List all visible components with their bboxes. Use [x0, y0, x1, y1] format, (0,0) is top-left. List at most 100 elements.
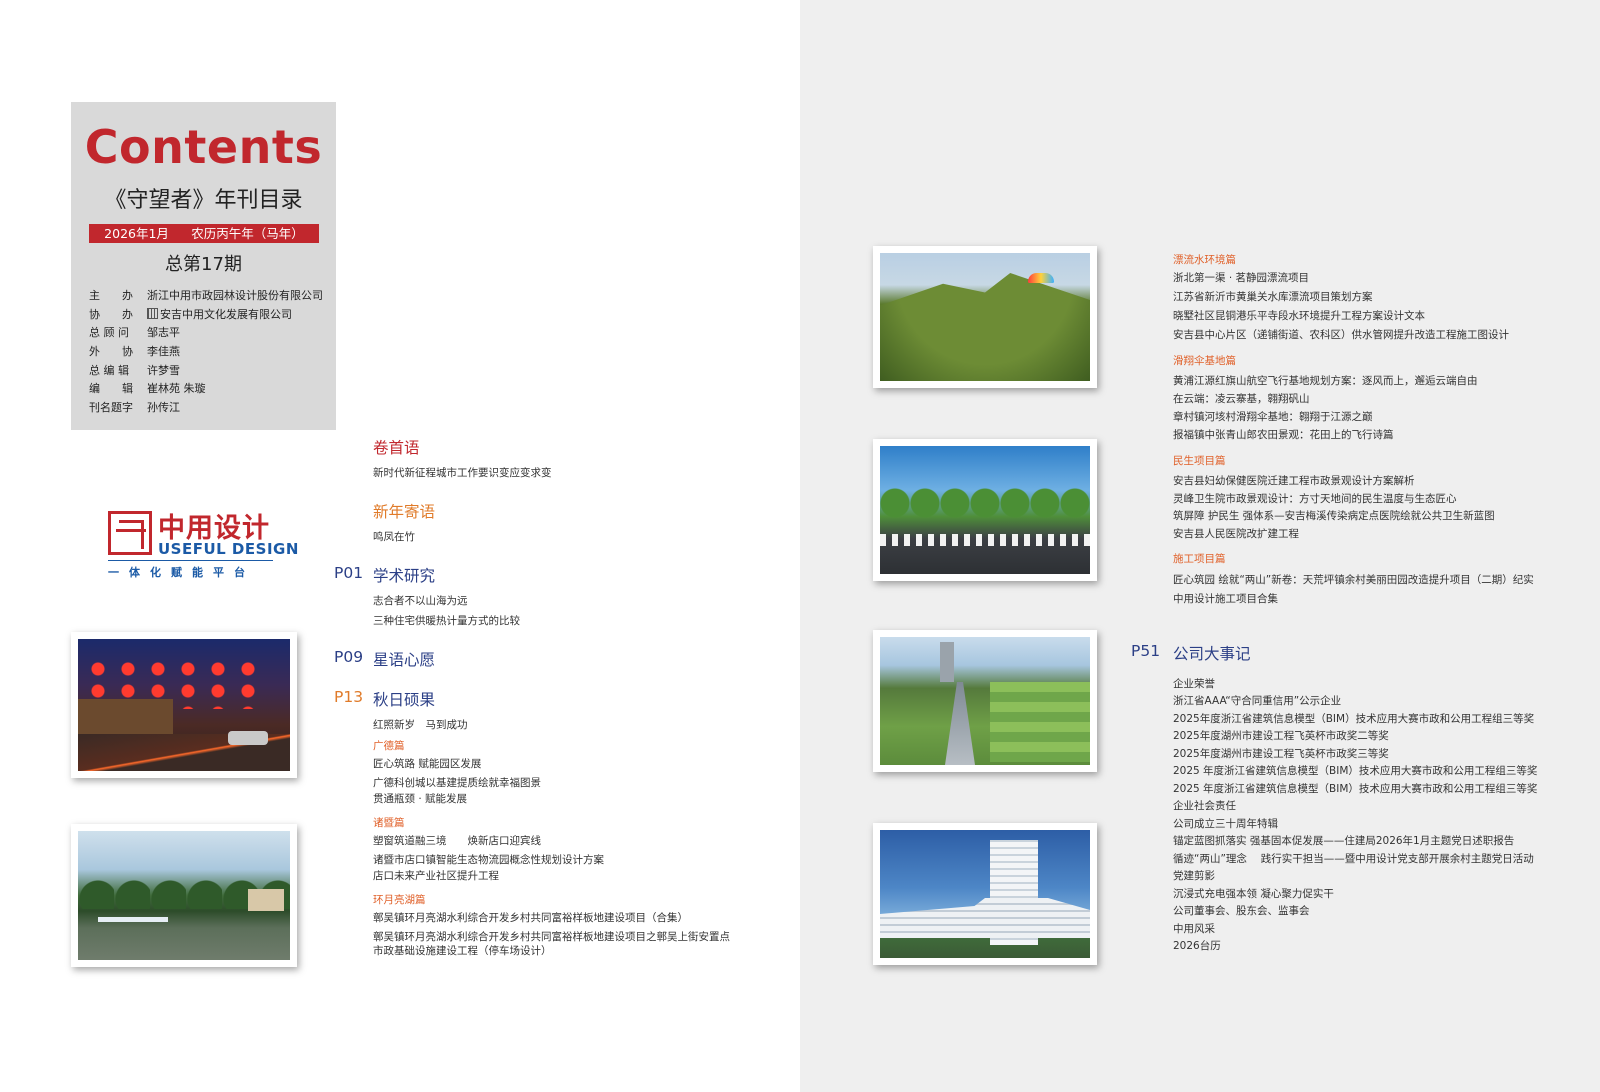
- toc-item[interactable]: 浙江省AAA“守合同重信用”公示企业: [1173, 694, 1341, 708]
- toc-item[interactable]: 市政基础设施建设工程（停车场设计）: [373, 944, 552, 958]
- toc-item[interactable]: 红照新岁 马到成功: [373, 718, 468, 732]
- toc-item[interactable]: 企业荣誉: [1173, 677, 1215, 691]
- toc-item[interactable]: 报福镇中张青山郎农田景观：花田上的飞行诗篇: [1173, 428, 1394, 442]
- toc-item[interactable]: 公司董事会、股东会、监事会: [1173, 904, 1310, 918]
- rice-fields: [990, 682, 1090, 762]
- credit-row: 编 辑崔林苑 朱璇: [89, 379, 323, 398]
- toc-item[interactable]: 沉浸式充电强本领 凝心聚力促实干: [1173, 887, 1334, 901]
- section-title-preface[interactable]: 卷首语: [373, 436, 420, 458]
- company-logo: 中用设计 USEFUL DESIGN 一体化赋能平台: [108, 508, 298, 580]
- subsection-zhuji[interactable]: 诸暨篇: [373, 815, 405, 830]
- toc-item[interactable]: 2026台历: [1173, 939, 1221, 953]
- lake-park-image: [78, 831, 290, 960]
- toc-item[interactable]: 鄣吴镇环月亮湖水利综合开发乡村共同富裕样板地建设项目（合集）: [373, 911, 688, 925]
- green-hill: [880, 273, 1090, 381]
- credit-name: 李佳燕: [147, 345, 180, 359]
- toc-item[interactable]: 企业社会责任: [1173, 799, 1236, 813]
- seal-logo-icon: [108, 511, 152, 555]
- photo-rural-park: [873, 630, 1097, 772]
- toc-item[interactable]: 在云端：凌云寨基，翱翔矾山: [1173, 392, 1310, 406]
- toc-item[interactable]: 中用风采: [1173, 922, 1215, 936]
- toc-item[interactable]: 安吉县妇幼保健医院迁建工程市政景观设计方案解析: [1173, 474, 1415, 488]
- toc-item[interactable]: 中用设计施工项目合集: [1173, 592, 1278, 606]
- photo-hospital-road: [873, 439, 1097, 581]
- white-boats: [98, 917, 168, 922]
- toc-item[interactable]: 广德科创城以基建提质绘就幸福图景: [373, 776, 541, 790]
- toc-item[interactable]: 匠心筑路 赋能园区发展: [373, 757, 481, 771]
- masthead-box: Contents 《守望者》年刊目录 2026年1月 农历丙午年（马年） 总第1…: [71, 102, 336, 430]
- toc-item[interactable]: 新时代新征程城市工作要识变应变求变: [373, 466, 552, 480]
- tower: [940, 642, 954, 682]
- hospital-image: [880, 830, 1090, 958]
- toc-item[interactable]: 2025 年度浙江省建筑信息模型（BIM）技术应用大赛市政和公用工程组三等奖: [1173, 764, 1537, 778]
- credit-row: 主 办浙江中用市政园林设计股份有限公司: [89, 286, 323, 305]
- toc-item[interactable]: 晓墅社区昆铜港乐平寺段水环境提升工程方案设计文本: [1173, 309, 1425, 323]
- toc-item[interactable]: 三种住宅供暖热计量方式的比较: [373, 614, 520, 628]
- logo-divider: [108, 560, 273, 561]
- section-title-wishes[interactable]: 星语心愿: [373, 648, 435, 670]
- issue-date: 2026年1月: [104, 226, 169, 241]
- photo-lake-park: [71, 824, 297, 967]
- credit-row: 总 顾 问 邹志平: [89, 323, 323, 342]
- credit-role: 编 辑: [89, 382, 133, 396]
- page-number-academic: P01: [334, 564, 364, 582]
- toc-item[interactable]: 诸暨市店口镇智能生态物流园概念性规划设计方案: [373, 853, 604, 867]
- credit-name: 孙传江: [147, 400, 180, 414]
- mountain-image: [880, 253, 1090, 381]
- toc-item[interactable]: 公司成立三十周年特辑: [1173, 817, 1278, 831]
- subsection-guangde[interactable]: 广德篇: [373, 738, 405, 753]
- toc-item[interactable]: 贯通瓶颈 · 赋能发展: [373, 792, 467, 806]
- subsection-huanyue[interactable]: 环月亮湖篇: [373, 892, 426, 907]
- toc-item[interactable]: 2025 年度浙江省建筑信息模型（BIM）技术应用大赛市政和公用工程组三等奖: [1173, 782, 1537, 796]
- toc-item[interactable]: 循迹“两山”理念 践行实干担当——暨中用设计党支部开展余村主题党日活动: [1173, 852, 1534, 866]
- credit-name: 浙江中用市政园林设计股份有限公司: [147, 289, 323, 303]
- page-number-events: P51: [1131, 642, 1161, 660]
- logo-english-name: USEFUL DESIGN: [158, 540, 299, 558]
- toc-item[interactable]: 2025年度湖州市建设工程飞英杯市政奖二等奖: [1173, 729, 1389, 743]
- subsection-rafting[interactable]: 漂流水环境篇: [1173, 252, 1236, 267]
- contents-title: Contents: [84, 120, 323, 174]
- credit-name: 邹志平: [147, 326, 180, 340]
- section-title-academic[interactable]: 学术研究: [373, 564, 435, 586]
- paraglider: [1028, 273, 1054, 283]
- photo-paragliding-mountain: [873, 246, 1097, 388]
- toc-item[interactable]: 筑屏障 护民生 强体系—安吉梅溪传染病定点医院绘就公共卫生新蓝图: [1173, 509, 1495, 523]
- issue-number: 总第17期: [165, 254, 242, 275]
- walkway: [945, 682, 975, 765]
- toc-item[interactable]: 鸣凤在竹: [373, 530, 415, 544]
- toc-item[interactable]: 安吉县中心片区（递铺街道、农科区）供水管网提升改造工程施工图设计: [1173, 328, 1509, 342]
- toc-item[interactable]: 章村镇河垓村滑翔伞基地：翱翔于江源之巅: [1173, 410, 1373, 424]
- roadside-trees: [880, 488, 1090, 518]
- toc-item[interactable]: 江苏省新沂市黄巢关水库漂流项目策划方案: [1173, 290, 1373, 304]
- logo-tagline: 一体化赋能平台: [108, 566, 255, 579]
- toc-item[interactable]: 店口未来产业社区提升工程: [373, 869, 499, 883]
- subsection-construction[interactable]: 施工项目篇: [1173, 551, 1226, 566]
- toc-item[interactable]: 浙北第一渠 · 茗静园漂流项目: [1173, 271, 1309, 285]
- credit-role: 刊名题字: [89, 400, 133, 414]
- credit-role: 主 办: [89, 289, 133, 303]
- section-title-events[interactable]: 公司大事记: [1173, 642, 1251, 664]
- toc-item[interactable]: 志合者不以山海为远: [373, 594, 468, 608]
- road-image: [880, 446, 1090, 574]
- toc-item[interactable]: 灵峰卫生院市政景观设计：方寸天地间的民生温度与生态匠心: [1173, 492, 1457, 506]
- subsection-livelihood[interactable]: 民生项目篇: [1173, 453, 1226, 468]
- night-street-image: [78, 639, 290, 771]
- toc-item[interactable]: 2025年度湖州市建设工程飞英杯市政奖三等奖: [1173, 747, 1389, 761]
- toc-item[interactable]: 2025年度浙江省建筑信息模型（BIM）技术应用大赛市政和公用工程组三等奖: [1173, 712, 1534, 726]
- toc-item[interactable]: 塑窗筑道融三境 焕新店口迎宾线: [373, 834, 541, 848]
- toc-item[interactable]: 匠心筑园 绘就“两山”新卷：天荒坪镇余村美丽田园改造提升项目（二期）纪实: [1173, 573, 1534, 587]
- toc-item[interactable]: 安吉县人民医院改扩建工程: [1173, 527, 1299, 541]
- toc-item[interactable]: 锚定蓝图抓落实 强基固本促发展——住建局2026年1月主题党日述职报告: [1173, 834, 1514, 848]
- photo-night-street: [71, 632, 297, 778]
- toc-item[interactable]: 党建剪影: [1173, 869, 1215, 883]
- credit-row: 刊名题字 孙传江: [89, 398, 323, 417]
- credit-role: 外 协: [89, 345, 133, 359]
- subsection-paraglide[interactable]: 滑翔伞基地篇: [1173, 353, 1236, 368]
- toc-item[interactable]: 黄浦江源红旗山航空飞行基地规划方案：逐风而上，邂逅云端自由: [1173, 374, 1478, 388]
- section-title-harvest[interactable]: 秋日硕果: [373, 688, 435, 710]
- credit-role: 协 办: [89, 307, 133, 321]
- page-number-wishes: P09: [334, 648, 364, 666]
- section-title-new-year[interactable]: 新年寄语: [373, 500, 435, 522]
- car: [228, 731, 268, 745]
- toc-item[interactable]: 鄣吴镇环月亮湖水利综合开发乡村共同富裕样板地建设项目之鄣吴上街安置点: [373, 930, 730, 944]
